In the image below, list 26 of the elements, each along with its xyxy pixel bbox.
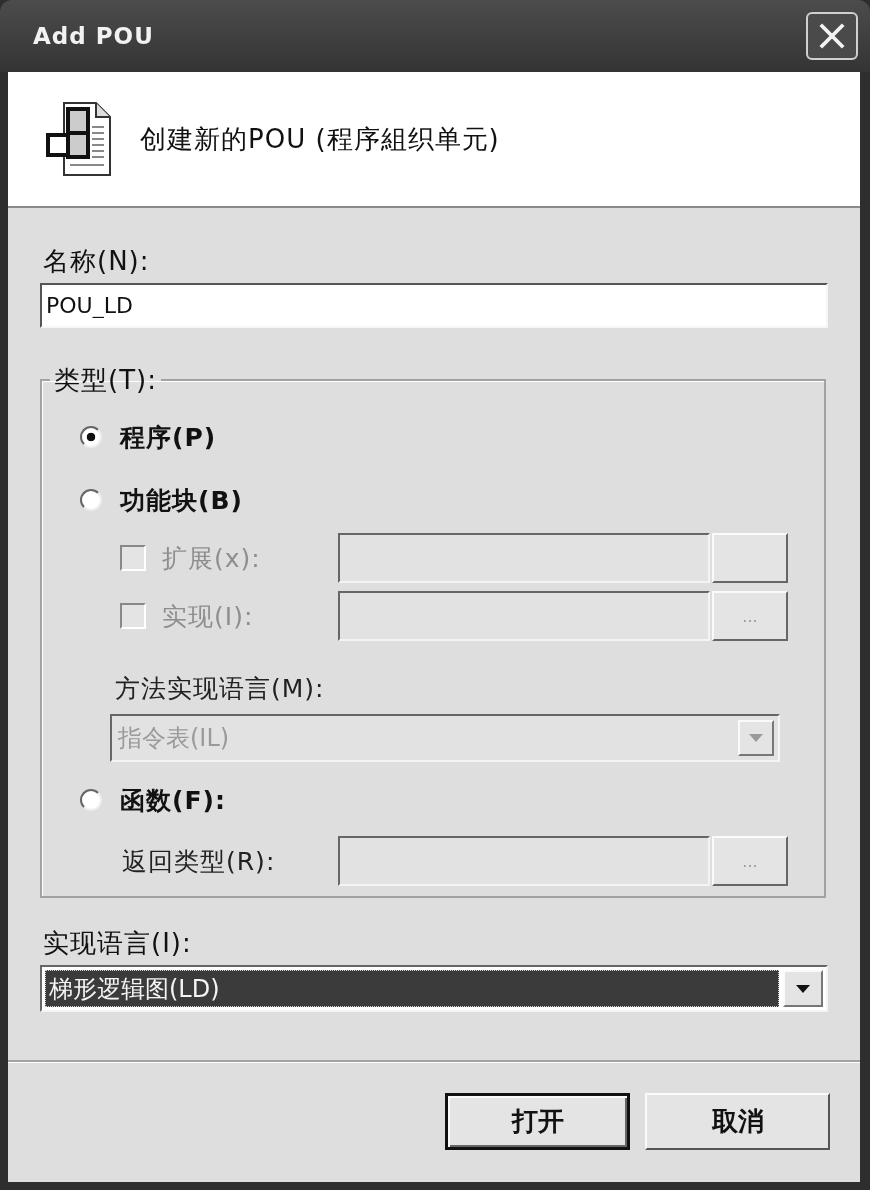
selected-value: 梯形逻辑图(LD) [45, 970, 779, 1007]
radio-label[interactable]: 程序(P) [120, 420, 217, 454]
group-label: 类型(T): [53, 365, 158, 395]
close-icon [818, 22, 846, 50]
language-label: 实现语言(I): [42, 928, 192, 958]
name-label: 名称(N): [42, 246, 150, 276]
field-label: 返回类型(R): [122, 845, 276, 878]
close-button[interactable] [806, 12, 858, 60]
document-icon [44, 101, 114, 177]
radio-button[interactable] [80, 426, 102, 448]
radio-button[interactable] [80, 489, 102, 511]
radio-label[interactable]: 功能块(B) [120, 483, 243, 517]
radio-button[interactable] [80, 789, 102, 811]
dropdown-label: 方法实现语言(M): [115, 674, 325, 704]
caret-down-icon [796, 984, 810, 993]
dialog-button[interactable]: 打开 [445, 1093, 630, 1150]
language-dropdown[interactable]: 梯形逻辑图(LD) [40, 965, 828, 1012]
dropdown-arrow-button[interactable] [783, 970, 823, 1007]
dialog-button[interactable]: 取消 [645, 1093, 830, 1150]
caret-down-icon [749, 734, 763, 742]
header-text: 创建新的POU (程序組织单元) [140, 122, 500, 156]
name-field[interactable]: POU_LD [40, 283, 828, 328]
browse-button[interactable] [712, 533, 788, 583]
window-title: Add POU [33, 23, 154, 49]
radio-label[interactable]: 函数(F): [120, 783, 226, 817]
dropdown-value: 指令表(IL) [118, 723, 231, 754]
